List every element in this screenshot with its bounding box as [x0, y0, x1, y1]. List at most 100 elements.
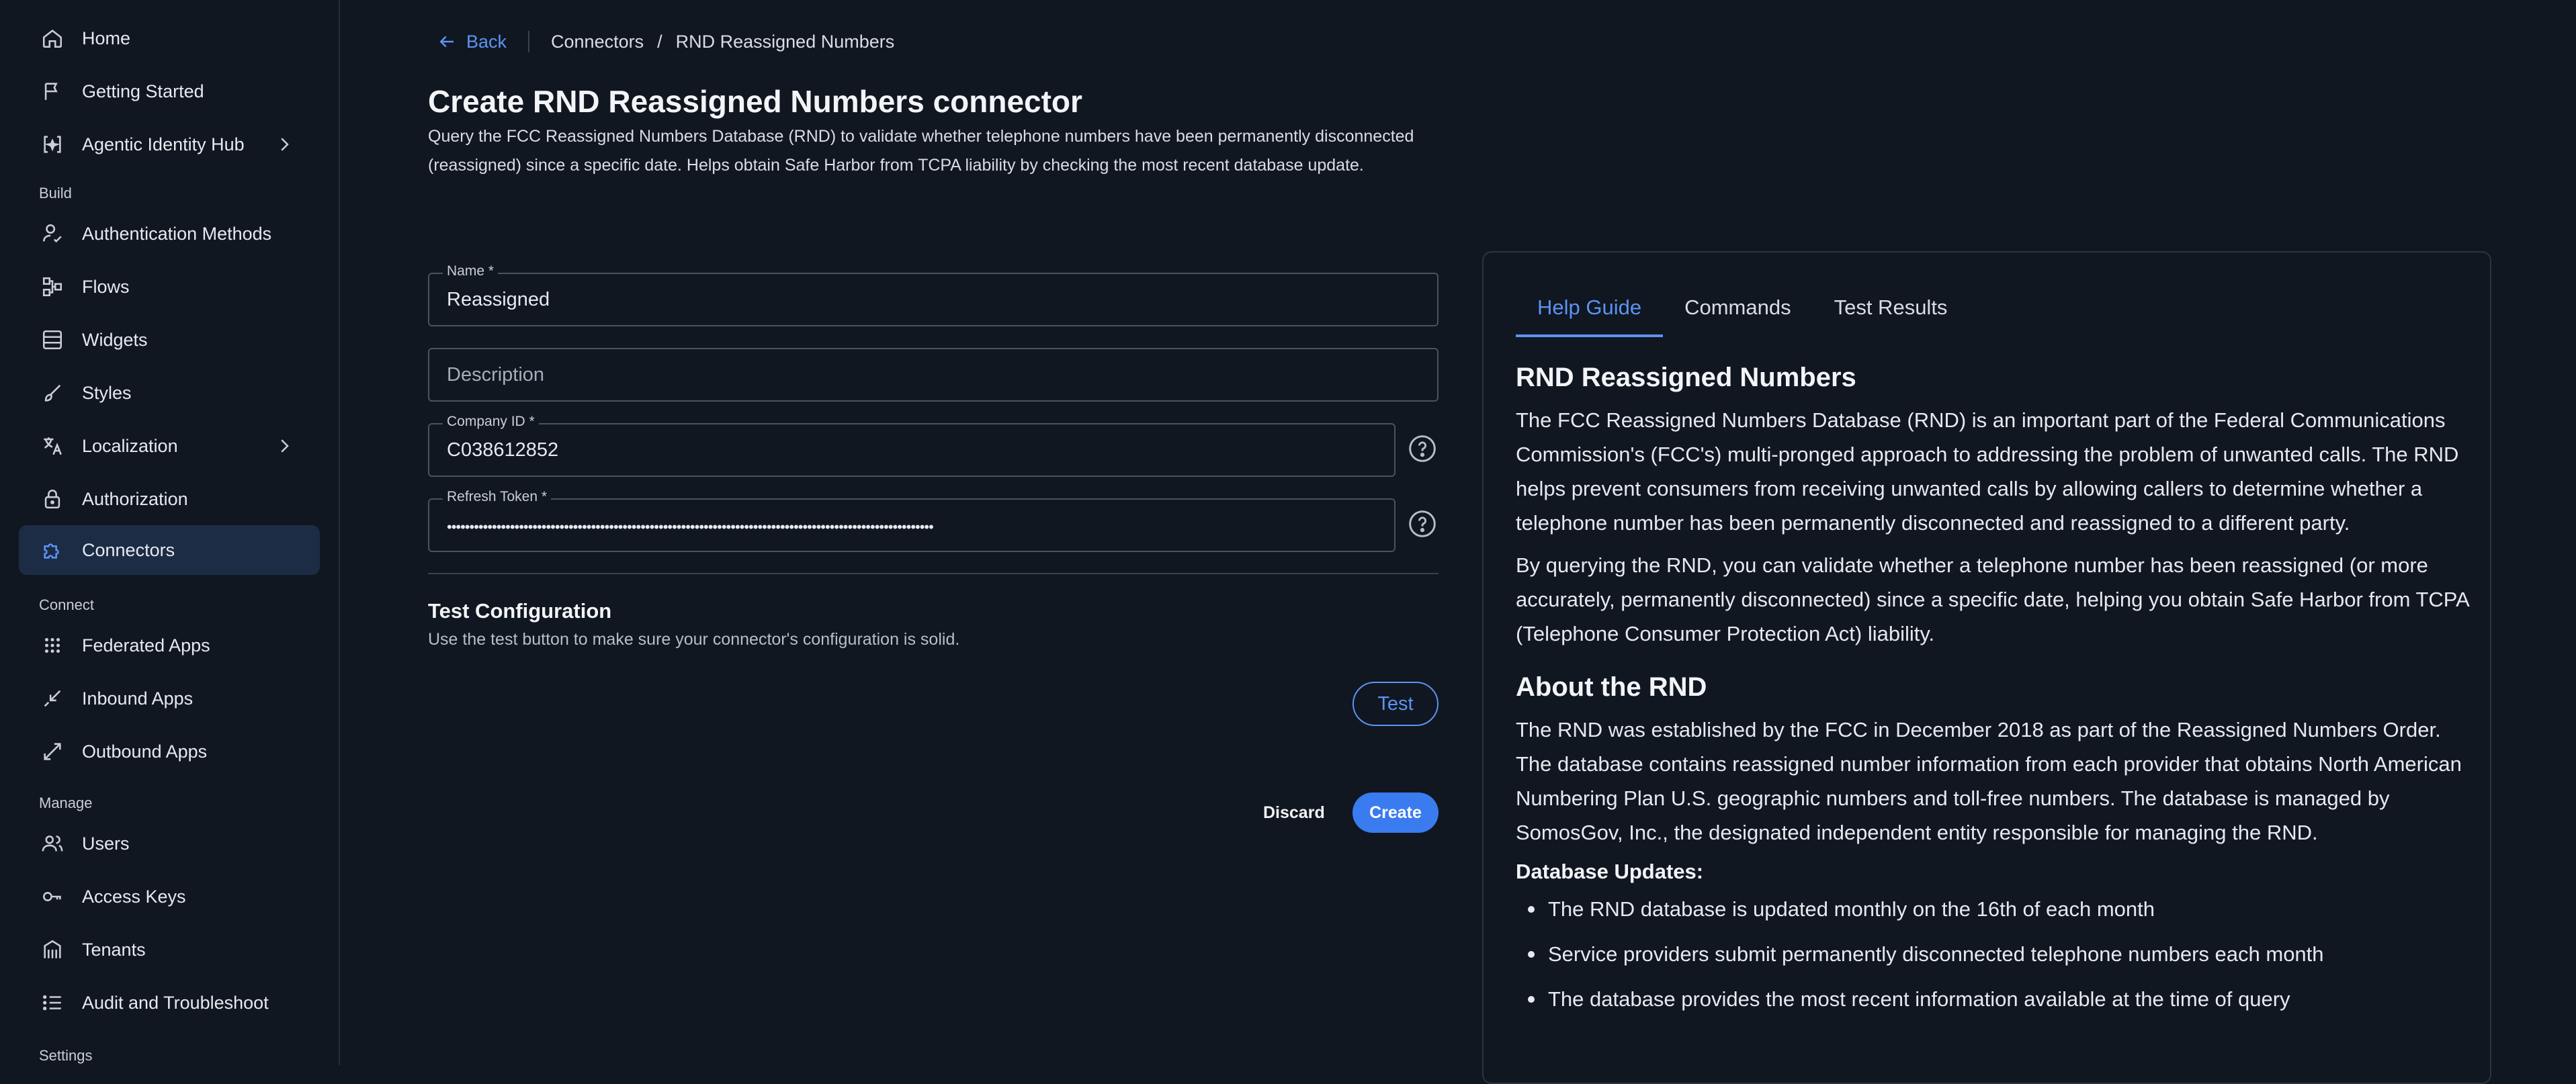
- sidebar-item-label: Connectors: [82, 539, 175, 560]
- sidebar-item-localization[interactable]: Localization: [19, 421, 320, 471]
- grid-icon: [38, 631, 67, 660]
- help-heading: RND Reassigned Numbers: [1516, 363, 1856, 392]
- tab-commands[interactable]: Commands: [1663, 294, 1813, 337]
- sidebar-item-label: Widgets: [82, 329, 148, 350]
- key-icon: [38, 882, 67, 911]
- help-circle-icon[interactable]: [1408, 434, 1437, 463]
- help-content: RND Reassigned Numbers The FCC Reassigne…: [1516, 361, 2470, 1030]
- sidebar-item-styles[interactable]: Styles: [19, 368, 320, 418]
- section-label-build: Build: [39, 185, 72, 201]
- sidebar-item-authorization[interactable]: Authorization: [19, 474, 320, 524]
- name-field-value: Reassigned: [447, 289, 550, 310]
- sidebar-item-label: Inbound Apps: [82, 688, 194, 709]
- divider: [428, 573, 1439, 574]
- sidebar-item-label: Agentic Identity Hub: [82, 134, 245, 154]
- page-description: Query the FCC Reassigned Numbers Databas…: [428, 127, 1414, 175]
- test-configuration-title: Test Configuration: [428, 599, 612, 623]
- sidebar-item-label: Localization: [82, 435, 178, 456]
- sidebar-item-outbound-apps[interactable]: Outbound Apps: [19, 727, 320, 776]
- breadcrumb: Back Connectors / RND Reassigned Numbers: [437, 30, 894, 54]
- translate-icon: [38, 431, 67, 461]
- sidebar-item-inbound-apps[interactable]: Inbound Apps: [19, 674, 320, 723]
- breadcrumb-separator: /: [657, 31, 662, 52]
- flow-icon: [38, 272, 67, 302]
- company-id-label: Company ID *: [443, 414, 539, 430]
- list-item: The database provides the most recent in…: [1516, 985, 2470, 1013]
- sidebar-item-audit-and-troubleshoot[interactable]: Audit and Troubleshoot: [19, 978, 320, 1028]
- brush-icon: [38, 378, 67, 408]
- sidebar-item-connectors[interactable]: Connectors: [19, 525, 320, 575]
- sidebar-item-label: Outbound Apps: [82, 741, 208, 762]
- sidebar-item-access-keys[interactable]: Access Keys: [19, 872, 320, 921]
- arrow-left-icon: [439, 36, 454, 48]
- refresh-token-value: ••••••••••••••••••••••••••••••••••••••••…: [447, 518, 934, 535]
- name-field[interactable]: Name * Reassigned: [428, 263, 1439, 326]
- sidebar-item-getting-started[interactable]: Getting Started: [19, 66, 320, 116]
- sidebar-item-label: Access Keys: [82, 886, 186, 907]
- tab-test-results[interactable]: Test Results: [1813, 294, 1969, 337]
- help-paragraph: The FCC Reassigned Numbers Database (RND…: [1516, 408, 2459, 535]
- sidebar-item-home[interactable]: Home: [19, 13, 320, 63]
- section-label-connect: Connect: [39, 596, 94, 613]
- flag-icon: [38, 77, 67, 106]
- breadcrumb-current: RND Reassigned Numbers: [675, 31, 895, 52]
- chevron-right-icon: [281, 439, 289, 453]
- sidebar-item-agentic-identity-hub[interactable]: Agentic Identity Hub: [19, 120, 320, 169]
- sidebar-item-tenants[interactable]: Tenants: [19, 925, 320, 975]
- name-field-label: Name *: [443, 263, 499, 279]
- list-item: Service providers submit permanently dis…: [1516, 940, 2470, 968]
- sidebar-item-widgets[interactable]: Widgets: [19, 315, 320, 365]
- lock-icon: [38, 484, 67, 514]
- company-id-field[interactable]: Company ID * C038612852: [428, 414, 1396, 477]
- building-icon: [38, 935, 67, 964]
- sidebar-item-label: Flows: [82, 276, 130, 297]
- back-link[interactable]: Back: [437, 32, 507, 52]
- refresh-token-field[interactable]: Refresh Token * ••••••••••••••••••••••••…: [428, 489, 1396, 552]
- sidebar-item-label: Federated Apps: [82, 635, 210, 656]
- outbound-arrow-icon: [38, 737, 67, 766]
- list-item: The RND database is updated monthly on t…: [1516, 895, 2470, 923]
- test-button[interactable]: Test: [1353, 682, 1439, 726]
- help-paragraph: By querying the RND, you can validate wh…: [1516, 553, 2469, 645]
- user-check-icon: [38, 219, 67, 249]
- breadcrumb-divider: [528, 31, 530, 52]
- list-icon: [38, 988, 67, 1018]
- sidebar-item-label: Tenants: [82, 939, 146, 960]
- sidebar-item-label: Authentication Methods: [82, 223, 272, 244]
- discard-button[interactable]: Discard: [1263, 793, 1325, 833]
- tab-help-guide[interactable]: Help Guide: [1516, 294, 1664, 337]
- back-label: Back: [466, 31, 507, 52]
- sidebar-item-label: Getting Started: [82, 81, 204, 101]
- sidebar-item-label: Home: [82, 28, 131, 48]
- section-label-settings: Settings: [39, 1047, 93, 1064]
- create-button[interactable]: Create: [1353, 793, 1439, 833]
- description-field[interactable]: Description: [428, 348, 1439, 402]
- sidebar-item-label: Authorization: [82, 488, 188, 509]
- breadcrumb-connectors[interactable]: Connectors: [551, 32, 644, 52]
- widget-icon: [38, 325, 67, 355]
- puzzle-icon: [38, 535, 67, 565]
- sidebar-item-flows[interactable]: Flows: [19, 262, 320, 312]
- agentic-hub-icon: [38, 130, 67, 159]
- sidebar: Home Getting Started Agentic Identity Hu…: [0, 0, 340, 1065]
- help-subheading: Database Updates:: [1516, 860, 1704, 883]
- home-icon: [38, 24, 67, 53]
- sidebar-item-authentication-methods[interactable]: Authentication Methods: [19, 209, 320, 259]
- help-heading: About the RND: [1516, 672, 1707, 702]
- help-tabs: Help Guide Commands Test Results: [1516, 294, 1969, 338]
- sidebar-item-label: Styles: [82, 382, 132, 403]
- inbound-arrow-icon: [38, 684, 67, 713]
- sidebar-item-users[interactable]: Users: [19, 819, 320, 868]
- help-circle-icon[interactable]: [1408, 509, 1437, 539]
- chevron-right-icon: [281, 138, 289, 151]
- description-placeholder: Description: [447, 364, 545, 386]
- sidebar-item-federated-apps[interactable]: Federated Apps: [19, 621, 320, 670]
- sidebar-item-label: Users: [82, 833, 130, 854]
- users-icon: [38, 829, 67, 858]
- help-panel: Help Guide Commands Test Results RND Rea…: [1482, 251, 2491, 1084]
- page-title: Create RND Reassigned Numbers connector: [428, 84, 1082, 119]
- help-paragraph: The RND was established by the FCC in De…: [1516, 718, 2462, 844]
- section-label-manage: Manage: [39, 795, 93, 811]
- refresh-token-label: Refresh Token *: [443, 489, 552, 505]
- test-configuration-description: Use the test button to make sure your co…: [428, 630, 960, 649]
